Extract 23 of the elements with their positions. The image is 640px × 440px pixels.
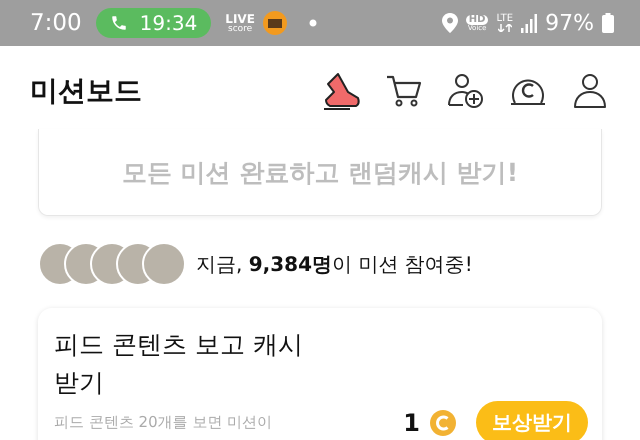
reward-amount: 1 <box>403 408 420 436</box>
page-title: 미션보드 <box>30 72 142 108</box>
clock: 7:00 <box>30 10 82 36</box>
mission-description: 피드 콘텐츠 20개를 보면 미션이 <box>54 413 274 432</box>
hd-label: HD <box>466 14 488 24</box>
banner-card[interactable]: 모든 미션 완료하고 랜덤캐시 받기! <box>38 129 602 216</box>
banner-text: 모든 미션 완료하고 랜덤캐시 받기! <box>122 156 518 188</box>
coin-icon <box>428 408 458 438</box>
claim-reward-button[interactable]: 보상받기 <box>476 401 588 440</box>
mission-title: 피드 콘텐츠 보고 캐시 받기 <box>54 329 304 398</box>
dot-icon <box>308 19 317 27</box>
data-arrows-icon <box>498 24 512 32</box>
app-notification-icon <box>262 11 287 35</box>
location-icon <box>442 13 458 33</box>
phone-icon <box>110 14 128 32</box>
signal-icon <box>521 13 538 33</box>
score-label: score <box>228 24 252 34</box>
battery-level: 97% <box>545 10 594 36</box>
network-label: LTE <box>496 14 514 24</box>
participants-text: 지금, 9,384명이 미션 참여중! <box>196 250 473 278</box>
live-label: LIVE <box>225 12 255 24</box>
battery-icon <box>602 13 614 33</box>
call-pill[interactable]: 19:34 <box>96 8 212 38</box>
